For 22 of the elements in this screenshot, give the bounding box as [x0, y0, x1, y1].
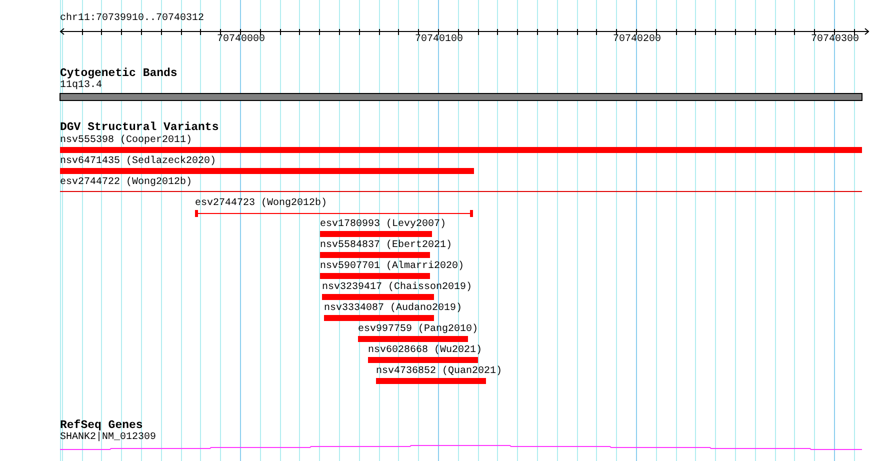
variant-label: esv2744722 (Wong2012b): [60, 177, 192, 189]
tick-label: 70740300: [811, 34, 859, 46]
track-title: DGV Structural Variants: [60, 121, 219, 134]
ruler-location: chr11:70739910..70740312: [60, 13, 204, 25]
variant-label: esv1780993 (Levy2007): [320, 219, 446, 231]
variant-label: nsv5584837 (Ebert2021): [320, 240, 452, 252]
tick-label: 70740200: [613, 34, 661, 46]
tick-label: 70740100: [415, 34, 463, 46]
variant-label: nsv6028668 (Wu2021): [368, 345, 482, 357]
variant-label: nsv3239417 (Chaisson2019): [322, 282, 472, 294]
variant-label: nsv4736852 (Quan2021): [376, 366, 502, 378]
gene-label: SHANK2|NM_012309: [60, 432, 156, 444]
variant-label: esv2744723 (Wong2012b): [195, 198, 328, 210]
track-title: RefSeq Genes: [60, 419, 143, 432]
variant-label: nsv5907701 (Almarri2020): [320, 261, 464, 273]
variant-label: nsv3334087 (Audano2019): [324, 303, 462, 315]
variant-label: nsv6471435 (Sedlazeck2020): [60, 156, 216, 168]
variant-label: nsv555398 (Cooper2011): [60, 135, 192, 147]
track-title: Cytogenetic Bands: [60, 67, 178, 80]
variant-label: esv997759 (Pang2010): [358, 324, 478, 336]
band-label: 11q13.4: [60, 80, 102, 92]
tick-label: 70740000: [217, 34, 265, 46]
